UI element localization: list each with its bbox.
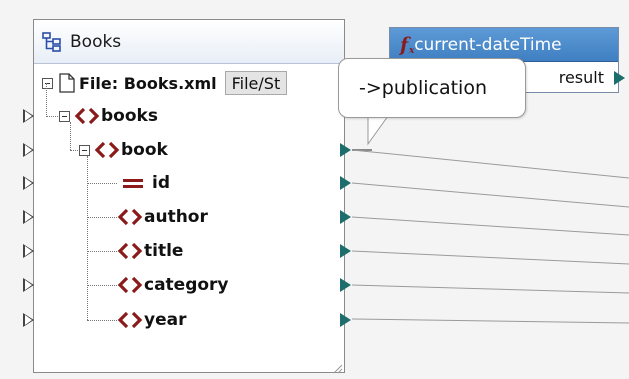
xml-schema-icon: [42, 31, 62, 52]
element-icon: [117, 208, 143, 226]
collapse-icon[interactable]: [79, 144, 90, 156]
output-port-icon[interactable]: [340, 244, 351, 258]
file-icon: [59, 73, 75, 93]
collapse-icon[interactable]: [42, 77, 53, 89]
node-label: year: [144, 310, 187, 330]
node-label: title: [144, 241, 184, 261]
output-port-icon[interactable]: [340, 313, 351, 327]
wire-id[interactable]: [351, 182, 629, 208]
file-label: File: Books.xml: [79, 73, 217, 93]
input-port-icon[interactable]: [23, 176, 34, 190]
tree-node-book[interactable]: book: [79, 137, 168, 163]
element-icon: [117, 276, 143, 294]
books-component[interactable]: Books File: Books.xml File/St: [33, 19, 345, 374]
input-port-icon[interactable]: [23, 143, 34, 157]
collapse-icon[interactable]: [59, 110, 70, 122]
tooltip-text: ->publication: [359, 77, 487, 99]
tree-guide: [87, 285, 117, 286]
node-label: id: [152, 173, 170, 193]
tree-guide: [87, 183, 117, 184]
tree-node-author[interactable]: author: [117, 204, 208, 230]
input-port-icon[interactable]: [23, 313, 34, 327]
output-port-icon[interactable]: [614, 71, 625, 85]
element-icon: [94, 141, 120, 159]
element-icon: [117, 242, 143, 260]
element-icon: [74, 107, 100, 125]
mapping-canvas[interactable]: Books File: Books.xml File/St books book…: [0, 0, 629, 379]
books-component-header[interactable]: Books: [34, 20, 344, 64]
tree-guide: [87, 217, 117, 218]
node-label: books: [101, 106, 158, 126]
function-header[interactable]: fx current-dateTime: [390, 28, 618, 62]
file-row: File: Books.xml File/St: [42, 70, 288, 96]
result-label: result: [558, 68, 604, 87]
wire-year[interactable]: [351, 318, 629, 324]
node-label: author: [144, 207, 208, 227]
tree-node-category[interactable]: category: [117, 272, 229, 298]
file-button[interactable]: File/St: [224, 71, 288, 95]
wire-book-out[interactable]: [351, 149, 629, 179]
tree-guide: [87, 156, 88, 320]
output-port-icon[interactable]: [340, 143, 351, 157]
wire-category[interactable]: [351, 284, 629, 294]
input-port-icon[interactable]: [23, 244, 34, 258]
tree-guide: [46, 116, 58, 117]
output-port-icon[interactable]: [340, 210, 351, 224]
function-title: current-dateTime: [414, 34, 562, 55]
tree-node-year[interactable]: year: [117, 307, 186, 333]
input-port-icon[interactable]: [23, 278, 34, 292]
input-port-icon[interactable]: [23, 210, 34, 224]
tree-guide: [87, 320, 117, 321]
element-icon: [117, 311, 143, 329]
tree-guide: [46, 83, 47, 117]
input-port-icon[interactable]: [23, 109, 34, 123]
wire-title[interactable]: [351, 250, 629, 265]
function-icon: fx: [400, 33, 415, 56]
tree-node-books[interactable]: books: [59, 103, 158, 129]
output-port-icon[interactable]: [340, 278, 351, 292]
tree-node-id[interactable]: id: [123, 170, 170, 196]
attribute-icon: [123, 177, 143, 189]
tree-node-title[interactable]: title: [117, 238, 183, 264]
tooltip-tail: [367, 116, 389, 146]
resize-grip-icon[interactable]: [331, 359, 343, 374]
tree-guide: [87, 251, 117, 252]
wire-author[interactable]: [351, 216, 629, 236]
connection-tooltip: ->publication: [338, 58, 526, 118]
output-port-icon[interactable]: [340, 176, 351, 190]
component-title: Books: [70, 31, 122, 52]
node-label: book: [121, 140, 168, 160]
node-label: category: [144, 275, 229, 295]
